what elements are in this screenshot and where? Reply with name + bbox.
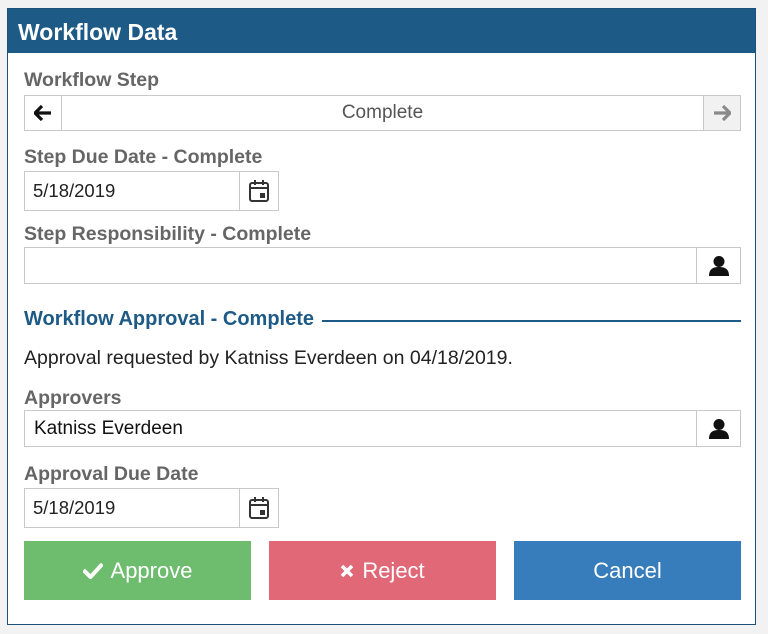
approval-due-date-input[interactable]: 5/18/2019 (25, 489, 239, 527)
arrow-right-icon (714, 105, 731, 121)
cancel-button[interactable]: Cancel (514, 541, 741, 600)
arrow-left-icon (34, 105, 51, 121)
approval-due-date-label: Approval Due Date (24, 463, 199, 485)
next-step-button[interactable] (703, 96, 740, 130)
approvers-label: Approvers (24, 387, 122, 409)
calendar-icon (249, 180, 269, 202)
step-due-date-field: 5/18/2019 (24, 171, 279, 211)
step-responsibility-label: Step Responsibility - Complete (24, 223, 312, 245)
reject-button-label: Reject (362, 557, 425, 583)
approval-request-info: Approval requested by Katniss Everdeen o… (24, 347, 513, 369)
person-icon (708, 255, 729, 276)
workflow-step-label: Workflow Step (24, 69, 160, 91)
step-due-date-label: Step Due Date - Complete (24, 146, 263, 168)
step-responsibility-picker-button[interactable] (696, 248, 740, 283)
previous-step-button[interactable] (25, 96, 62, 130)
approvers-picker-button[interactable] (696, 411, 740, 446)
step-due-date-input[interactable]: 5/18/2019 (25, 172, 239, 210)
approve-button-label: Approve (110, 557, 193, 583)
step-responsibility-field (24, 247, 741, 284)
check-icon (82, 562, 103, 579)
approval-section-title: Workflow Approval - Complete (24, 308, 323, 331)
approve-button[interactable]: Approve (24, 541, 251, 600)
approvers-input[interactable]: Katniss Everdeen (25, 411, 696, 446)
panel-title: Workflow Data (8, 9, 755, 53)
workflow-step-value: Complete (341, 102, 424, 123)
person-icon (708, 418, 729, 439)
approvers-field: Katniss Everdeen (24, 410, 741, 447)
workflow-data-panel: Workflow Data Workflow Step Complete Ste… (7, 8, 756, 625)
step-responsibility-input[interactable] (25, 248, 696, 283)
workflow-step-navigator: Complete (24, 95, 741, 131)
calendar-icon (249, 497, 269, 519)
step-due-date-calendar-button[interactable] (239, 172, 278, 210)
close-icon (341, 564, 354, 577)
reject-button[interactable]: Reject (269, 541, 496, 600)
cancel-button-label: Cancel (593, 557, 662, 583)
approval-due-date-calendar-button[interactable] (239, 489, 278, 527)
approval-due-date-field: 5/18/2019 (24, 488, 279, 528)
